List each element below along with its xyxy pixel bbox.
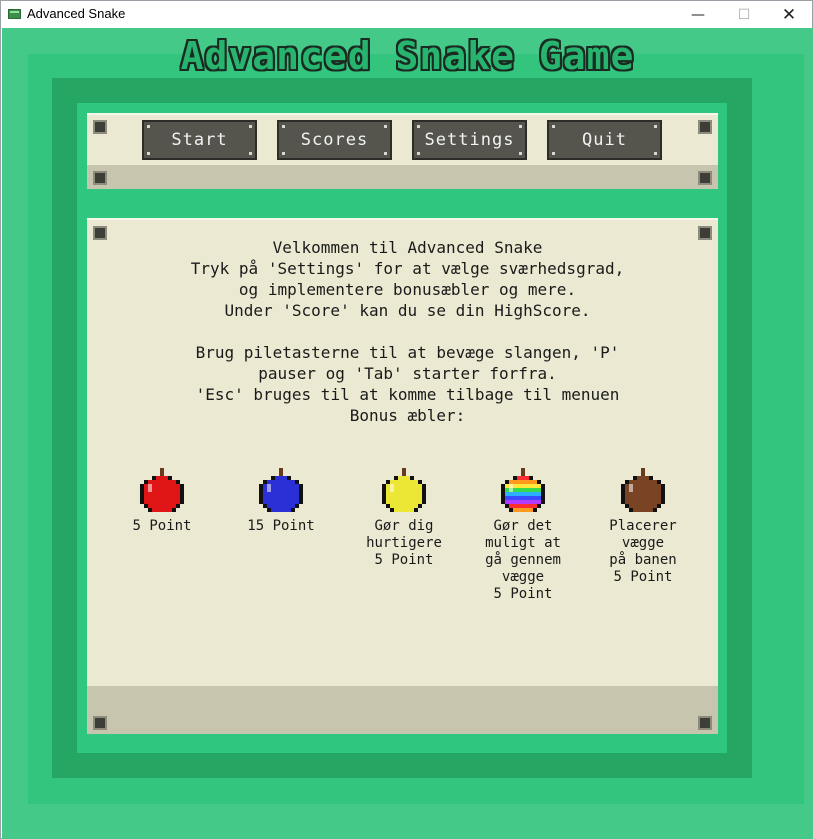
instructions-line: 'Esc' bruges til at komme tilbage til me… (195, 385, 620, 404)
app-window: Advanced Snake — ☐ ✕ Advanced Snake Game… (0, 0, 813, 839)
rivet-icon (698, 171, 712, 185)
settings-button-label: Settings (424, 130, 515, 150)
instructions-line: Under 'Score' kan du se din HighScore. (224, 301, 591, 320)
close-button[interactable]: ✕ (766, 1, 812, 28)
bonus-apple-rainbow: Gør det muligt at gå gennem vægge 5 Poin… (473, 468, 573, 603)
rainbow-apple-icon (497, 468, 549, 516)
brown-apple-icon (617, 468, 669, 516)
snake-app-icon (8, 9, 21, 19)
rivet-icon (93, 171, 107, 185)
menu-panel-footer (87, 165, 718, 189)
instructions-text: Velkommen til Advanced Snake Tryk på 'Set… (2, 237, 813, 426)
bonus-apple-red: 5 Point (112, 468, 212, 535)
quit-button[interactable]: Quit (547, 120, 662, 160)
game-canvas: Advanced Snake Game Start Scores Setting… (2, 28, 813, 839)
red-apple-icon (136, 468, 188, 516)
maximize-button[interactable]: ☐ (721, 1, 767, 28)
apple-label: Gør det muligt at gå gennem vægge 5 Poin… (485, 518, 561, 602)
start-button[interactable]: Start (142, 120, 257, 160)
bonus-apple-yellow: Gør dig hurtigere 5 Point (354, 468, 454, 569)
window-title: Advanced Snake (27, 6, 126, 21)
instructions-line: Brug piletasterne til at bevæge slangen,… (195, 343, 620, 362)
rivet-icon (698, 120, 712, 134)
bonus-apple-blue: 15 Point (231, 468, 331, 535)
apple-label: Placerer vægge på banen 5 Point (609, 518, 677, 585)
game-title: Advanced Snake Game (180, 34, 635, 78)
yellow-apple-icon (378, 468, 430, 516)
apple-label: 5 Point (132, 518, 192, 534)
scores-button[interactable]: Scores (277, 120, 392, 160)
bonus-apples-heading: Bonus æbler: (349, 406, 466, 425)
instructions-line: pauser og 'Tab' starter forfra. (258, 364, 557, 383)
rivet-icon (93, 716, 107, 730)
quit-button-label: Quit (582, 130, 627, 150)
apple-label: 15 Point (247, 518, 315, 534)
minimize-button[interactable]: — (675, 1, 721, 28)
apple-label: Gør dig hurtigere 5 Point (366, 518, 442, 568)
rivet-icon (93, 120, 107, 134)
rivet-icon (698, 716, 712, 730)
background-border-bottom (28, 804, 804, 830)
instructions-line (2, 321, 813, 342)
start-button-label: Start (171, 130, 228, 150)
blue-apple-icon (255, 468, 307, 516)
instructions-line: Velkommen til Advanced Snake (272, 238, 543, 257)
settings-button[interactable]: Settings (412, 120, 527, 160)
info-panel-footer (87, 686, 718, 734)
instructions-line: og implementere bonusæbler og mere. (238, 280, 577, 299)
scores-button-label: Scores (300, 130, 369, 150)
instructions-line: Tryk på 'Settings' for at vælge sværheds… (190, 259, 625, 278)
bonus-apple-brown: Placerer vægge på banen 5 Point (593, 468, 693, 586)
title-bar[interactable]: Advanced Snake — ☐ ✕ (1, 1, 812, 28)
